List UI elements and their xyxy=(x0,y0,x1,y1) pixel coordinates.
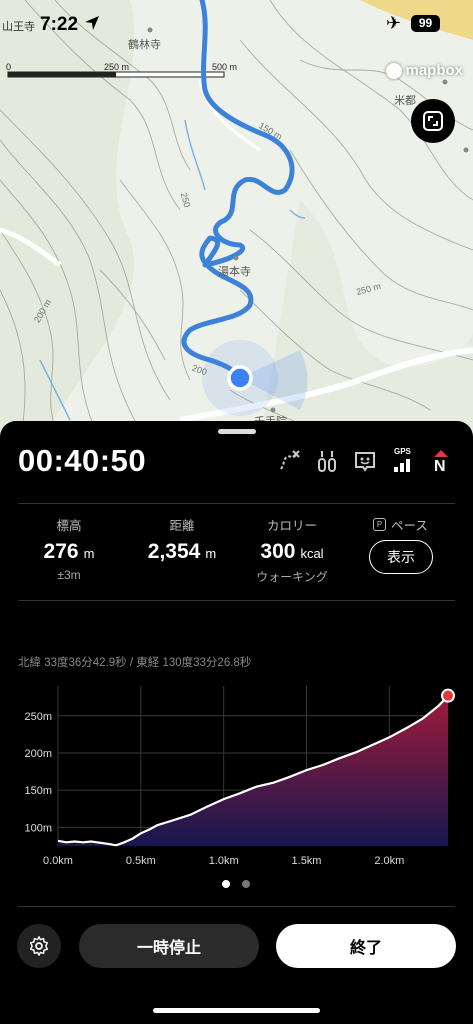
pace-label-text: ペース xyxy=(391,519,428,533)
mapbox-logo-icon xyxy=(386,62,403,79)
gear-icon xyxy=(30,936,48,956)
elevation-chart[interactable]: 100m 150m 200m 250m 0.0km 0.5km 1.0km 1.5km 2.0k… xyxy=(0,676,473,866)
activity-status-icons: GPS N xyxy=(277,447,453,475)
calories-label: カロリー xyxy=(266,519,317,533)
scale-label-mid: 250 m xyxy=(104,62,130,72)
page-indicator xyxy=(222,880,250,888)
elevation-value: 276 xyxy=(43,540,79,563)
elapsed-time: 00:40:50 xyxy=(18,443,147,478)
y-tick-label: 200m xyxy=(24,748,52,760)
y-tick-label: 100m xyxy=(24,822,52,834)
home-indicator xyxy=(153,1008,320,1013)
poi-label: 湯本寺 xyxy=(218,266,251,278)
distance-stat: 距離 2,354 m xyxy=(127,515,237,564)
distance-value: 2,354 xyxy=(147,540,201,563)
coordinates: 北緯 33度36分42.9秒 / 東経 130度33分26.8秒 xyxy=(18,657,252,669)
mapbox-wordmark: mapbox xyxy=(405,62,463,79)
gps-signal-icon: GPS xyxy=(391,447,415,473)
status-bar: 山王寺 7:22 ✈ 99 xyxy=(0,0,473,50)
x-tick-label: 1.5km xyxy=(292,855,322,866)
map-view[interactable]: 0 250 m 500 m 鶴林寺 米都 湯本寺 千手院 150 m 200 m… xyxy=(0,0,473,440)
divider xyxy=(18,600,455,601)
route-off-icon[interactable] xyxy=(277,449,301,473)
fit-bounds-icon xyxy=(423,111,443,131)
pace-label: P ペース xyxy=(373,515,428,534)
walking-poles-icon[interactable] xyxy=(315,449,339,473)
airplane-mode-icon: ✈ xyxy=(386,13,402,33)
elevation-label: 標高 xyxy=(56,519,82,533)
page-dot-active[interactable] xyxy=(222,880,230,888)
north-up-icon[interactable]: N xyxy=(429,449,453,475)
calories-stat: カロリー 300 kcal ウォーキング xyxy=(242,515,342,585)
scale-label-max: 500 m xyxy=(212,62,238,72)
x-tick-label: 0.5km xyxy=(126,855,156,866)
current-point-marker xyxy=(441,688,455,703)
y-tick-label: 250m xyxy=(24,711,52,723)
signal-bars xyxy=(394,459,410,472)
elevation-unit: m xyxy=(83,546,95,561)
location-arrow-icon xyxy=(85,16,99,30)
page-dot[interactable] xyxy=(242,880,250,888)
distance-label: 距離 xyxy=(169,519,195,533)
divider xyxy=(18,906,455,907)
distance-unit: m xyxy=(205,546,217,561)
activity-type: ウォーキング xyxy=(256,570,328,584)
divider xyxy=(18,503,455,504)
x-tick-label: 1.0km xyxy=(209,855,239,866)
sheet-handle[interactable] xyxy=(218,429,256,434)
fit-route-button[interactable] xyxy=(411,99,455,143)
x-tick-label: 0.0km xyxy=(43,855,73,866)
end-button[interactable]: 終了 xyxy=(276,924,456,968)
mapbox-logo: mapbox xyxy=(386,62,463,79)
pace-badge-icon: P xyxy=(373,518,386,531)
north-label: N xyxy=(434,458,446,475)
show-pace-button[interactable]: 表示 xyxy=(369,540,433,574)
y-tick-label: 150m xyxy=(24,785,52,797)
activity-sheet: 00:40:50 GPS N 標高 276 m ±3m 距離 2,354 m カ… xyxy=(0,421,473,1024)
elevation-accuracy: ±3m xyxy=(57,568,81,582)
battery-indicator: 99 xyxy=(411,15,440,32)
calories-unit: kcal xyxy=(300,546,324,561)
face-badge-icon[interactable] xyxy=(353,449,377,473)
pause-button[interactable]: 一時停止 xyxy=(79,924,259,968)
poi-label: 米都 xyxy=(394,95,416,107)
status-place-label: 山王寺 xyxy=(2,21,35,33)
scale-label-zero: 0 xyxy=(6,62,12,72)
elevation-stat: 標高 276 m ±3m xyxy=(24,515,114,582)
calories-value: 300 xyxy=(260,540,296,563)
x-tick-label: 2.0km xyxy=(374,855,404,866)
clock: 7:22 xyxy=(40,14,79,35)
settings-button[interactable] xyxy=(17,924,61,968)
